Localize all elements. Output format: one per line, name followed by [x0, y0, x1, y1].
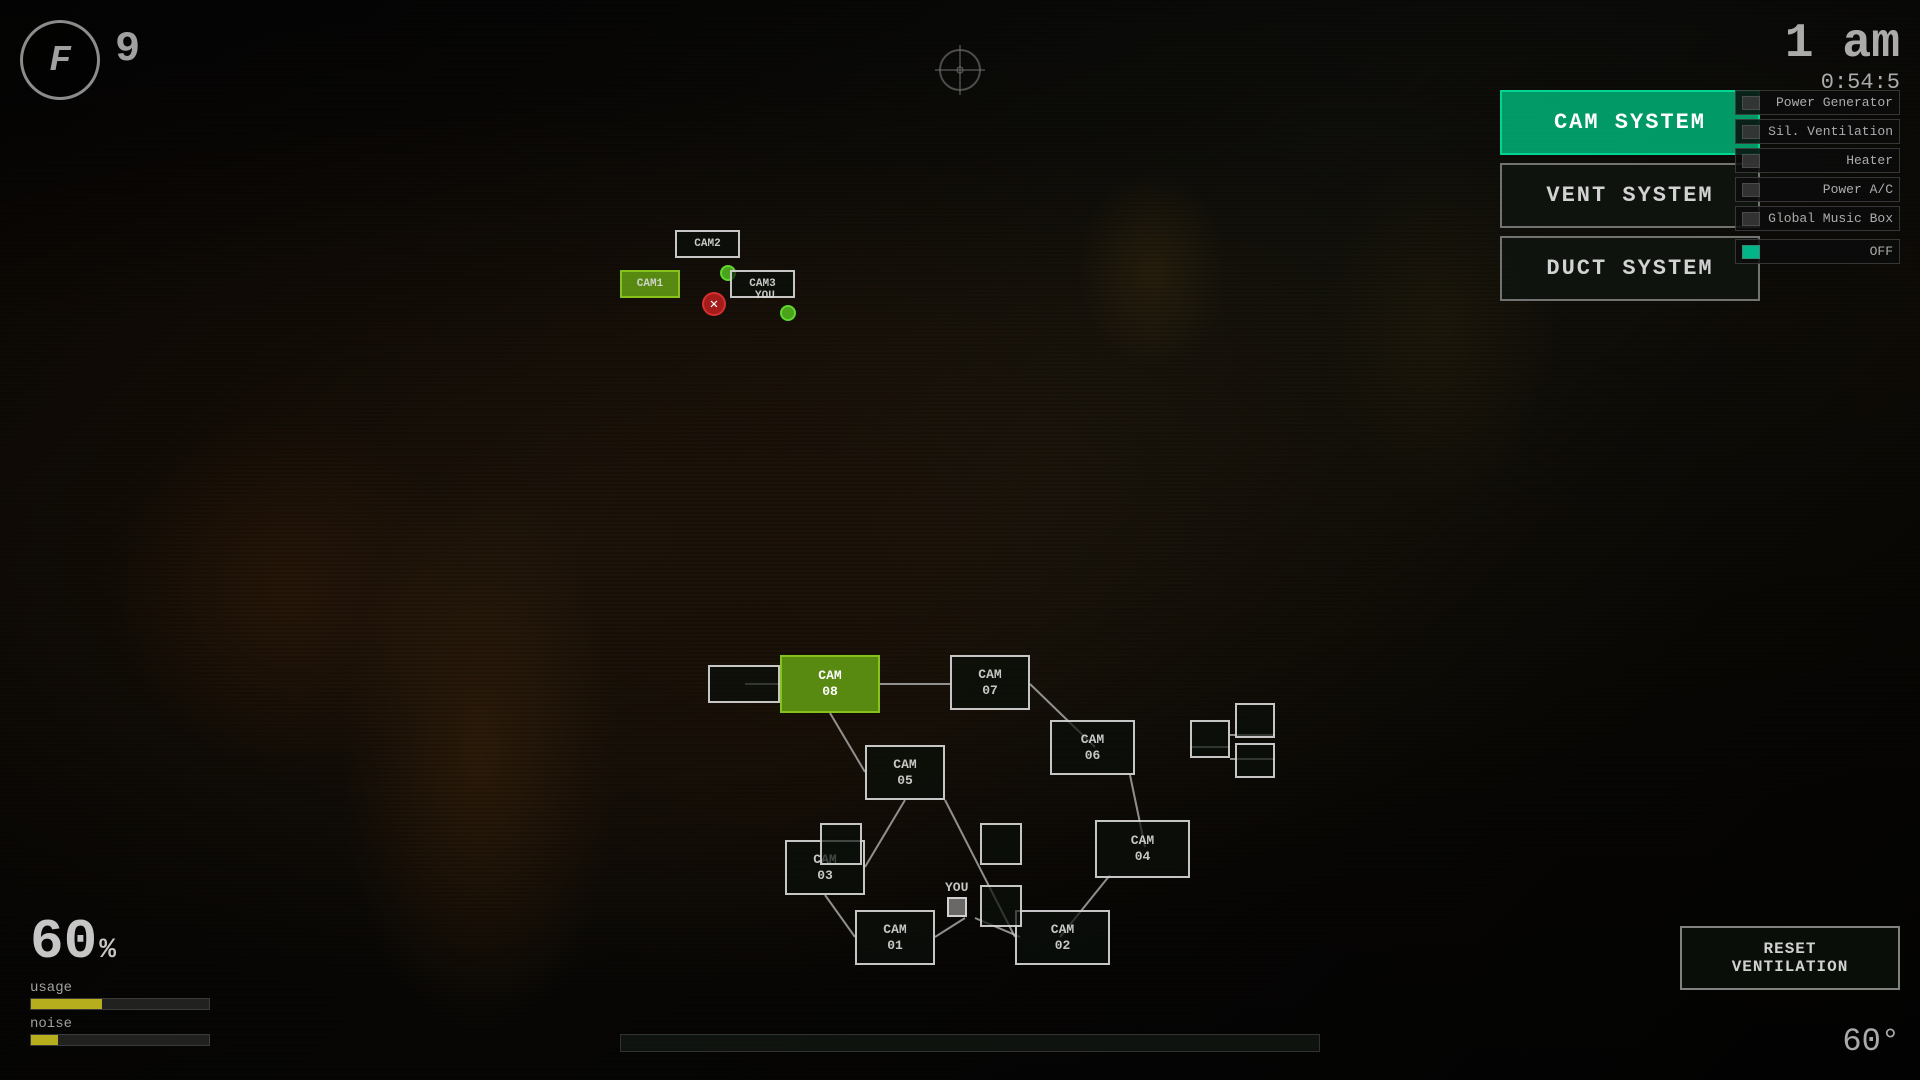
noise-bar-fill	[31, 1035, 58, 1045]
connect-box-2	[980, 823, 1022, 865]
global-music-box-toggle[interactable]: Global Music Box	[1735, 206, 1900, 231]
connect-box-1	[820, 823, 862, 865]
connect-box-3	[980, 885, 1022, 927]
night-counter: 9	[115, 25, 140, 73]
power-ac-toggle[interactable]: Power A/C	[1735, 177, 1900, 202]
power-generator-indicator	[1742, 96, 1760, 110]
heater-label: Heater	[1766, 153, 1893, 168]
power-generator-toggle[interactable]: Power Generator	[1735, 90, 1900, 115]
mini-cam-2[interactable]: CAM2	[675, 230, 740, 258]
time-hour: 1 am	[1785, 20, 1900, 68]
freddy-logo-letter: F	[49, 40, 71, 81]
bottom-progress-bar	[620, 1034, 1320, 1052]
cam-06-box-a[interactable]	[1190, 720, 1230, 758]
global-music-box-label: Global Music Box	[1766, 211, 1893, 226]
crosshair	[935, 45, 985, 95]
camera-map: CAM08 CAM07 CAM06 CAM05 CAM04 CAM03 YOU …	[620, 440, 1320, 1020]
cam-05-node[interactable]: CAM05	[865, 745, 945, 800]
freddy-logo: F	[20, 20, 100, 100]
green-dot-cam3	[780, 305, 796, 321]
power-ac-indicator	[1742, 183, 1760, 197]
toggle-panel: Power Generator Sil. Ventilation Heater …	[1735, 90, 1900, 264]
cam-01-node[interactable]: CAM01	[855, 910, 935, 965]
global-music-box-indicator	[1742, 212, 1760, 226]
off-label: OFF	[1766, 244, 1893, 259]
off-indicator	[1742, 245, 1760, 259]
you-node-center: YOU	[945, 880, 968, 917]
sil-ventilation-indicator	[1742, 125, 1760, 139]
usage-bar	[30, 998, 210, 1010]
power-generator-label: Power Generator	[1766, 95, 1893, 110]
sil-ventilation-label: Sil. Ventilation	[1766, 124, 1893, 139]
heater-indicator	[1742, 154, 1760, 168]
red-x-marker: ✕	[702, 292, 726, 316]
vent-system-button[interactable]: VENT SYSTEM	[1500, 163, 1760, 228]
usage-bar-fill	[31, 999, 102, 1009]
heater-toggle[interactable]: Heater	[1735, 148, 1900, 173]
cam-08-node[interactable]: CAM08	[780, 655, 880, 713]
cam-07-node[interactable]: CAM07	[950, 655, 1030, 710]
noise-bar	[30, 1034, 210, 1046]
mini-cam-1[interactable]: CAM1	[620, 270, 680, 298]
stats-panel: 60% usage noise	[30, 910, 210, 1050]
reset-ventilation-button[interactable]: RESET VENTILATION	[1680, 926, 1900, 990]
cam-06-box-c[interactable]	[1235, 743, 1275, 778]
system-panel: CAM SYSTEM VENT SYSTEM DUCT SYSTEM	[1500, 90, 1760, 309]
usage-bar-container: usage	[30, 980, 210, 1010]
temperature-display: 60°	[1842, 1023, 1900, 1060]
cam-04-node[interactable]: CAM04	[1095, 820, 1190, 878]
power-percent: 60%	[30, 910, 210, 974]
off-toggle[interactable]: OFF	[1735, 239, 1900, 264]
cam-06-node[interactable]: CAM06	[1050, 720, 1135, 775]
cam-system-button[interactable]: CAM SYSTEM	[1500, 90, 1760, 155]
cam-02-node[interactable]: CAM02	[1015, 910, 1110, 965]
cam-06-box-b[interactable]	[1235, 703, 1275, 738]
sil-ventilation-toggle[interactable]: Sil. Ventilation	[1735, 119, 1900, 144]
power-ac-label: Power A/C	[1766, 182, 1893, 197]
duct-system-button[interactable]: DUCT SYSTEM	[1500, 236, 1760, 301]
time-display: 1 am 0:54:5	[1785, 20, 1900, 95]
noise-label: noise	[30, 1016, 210, 1032]
cam-08-box-left[interactable]	[708, 665, 780, 703]
noise-bar-container: noise	[30, 1016, 210, 1046]
you-label-upper: YOU	[755, 290, 775, 302]
usage-label: usage	[30, 980, 210, 996]
